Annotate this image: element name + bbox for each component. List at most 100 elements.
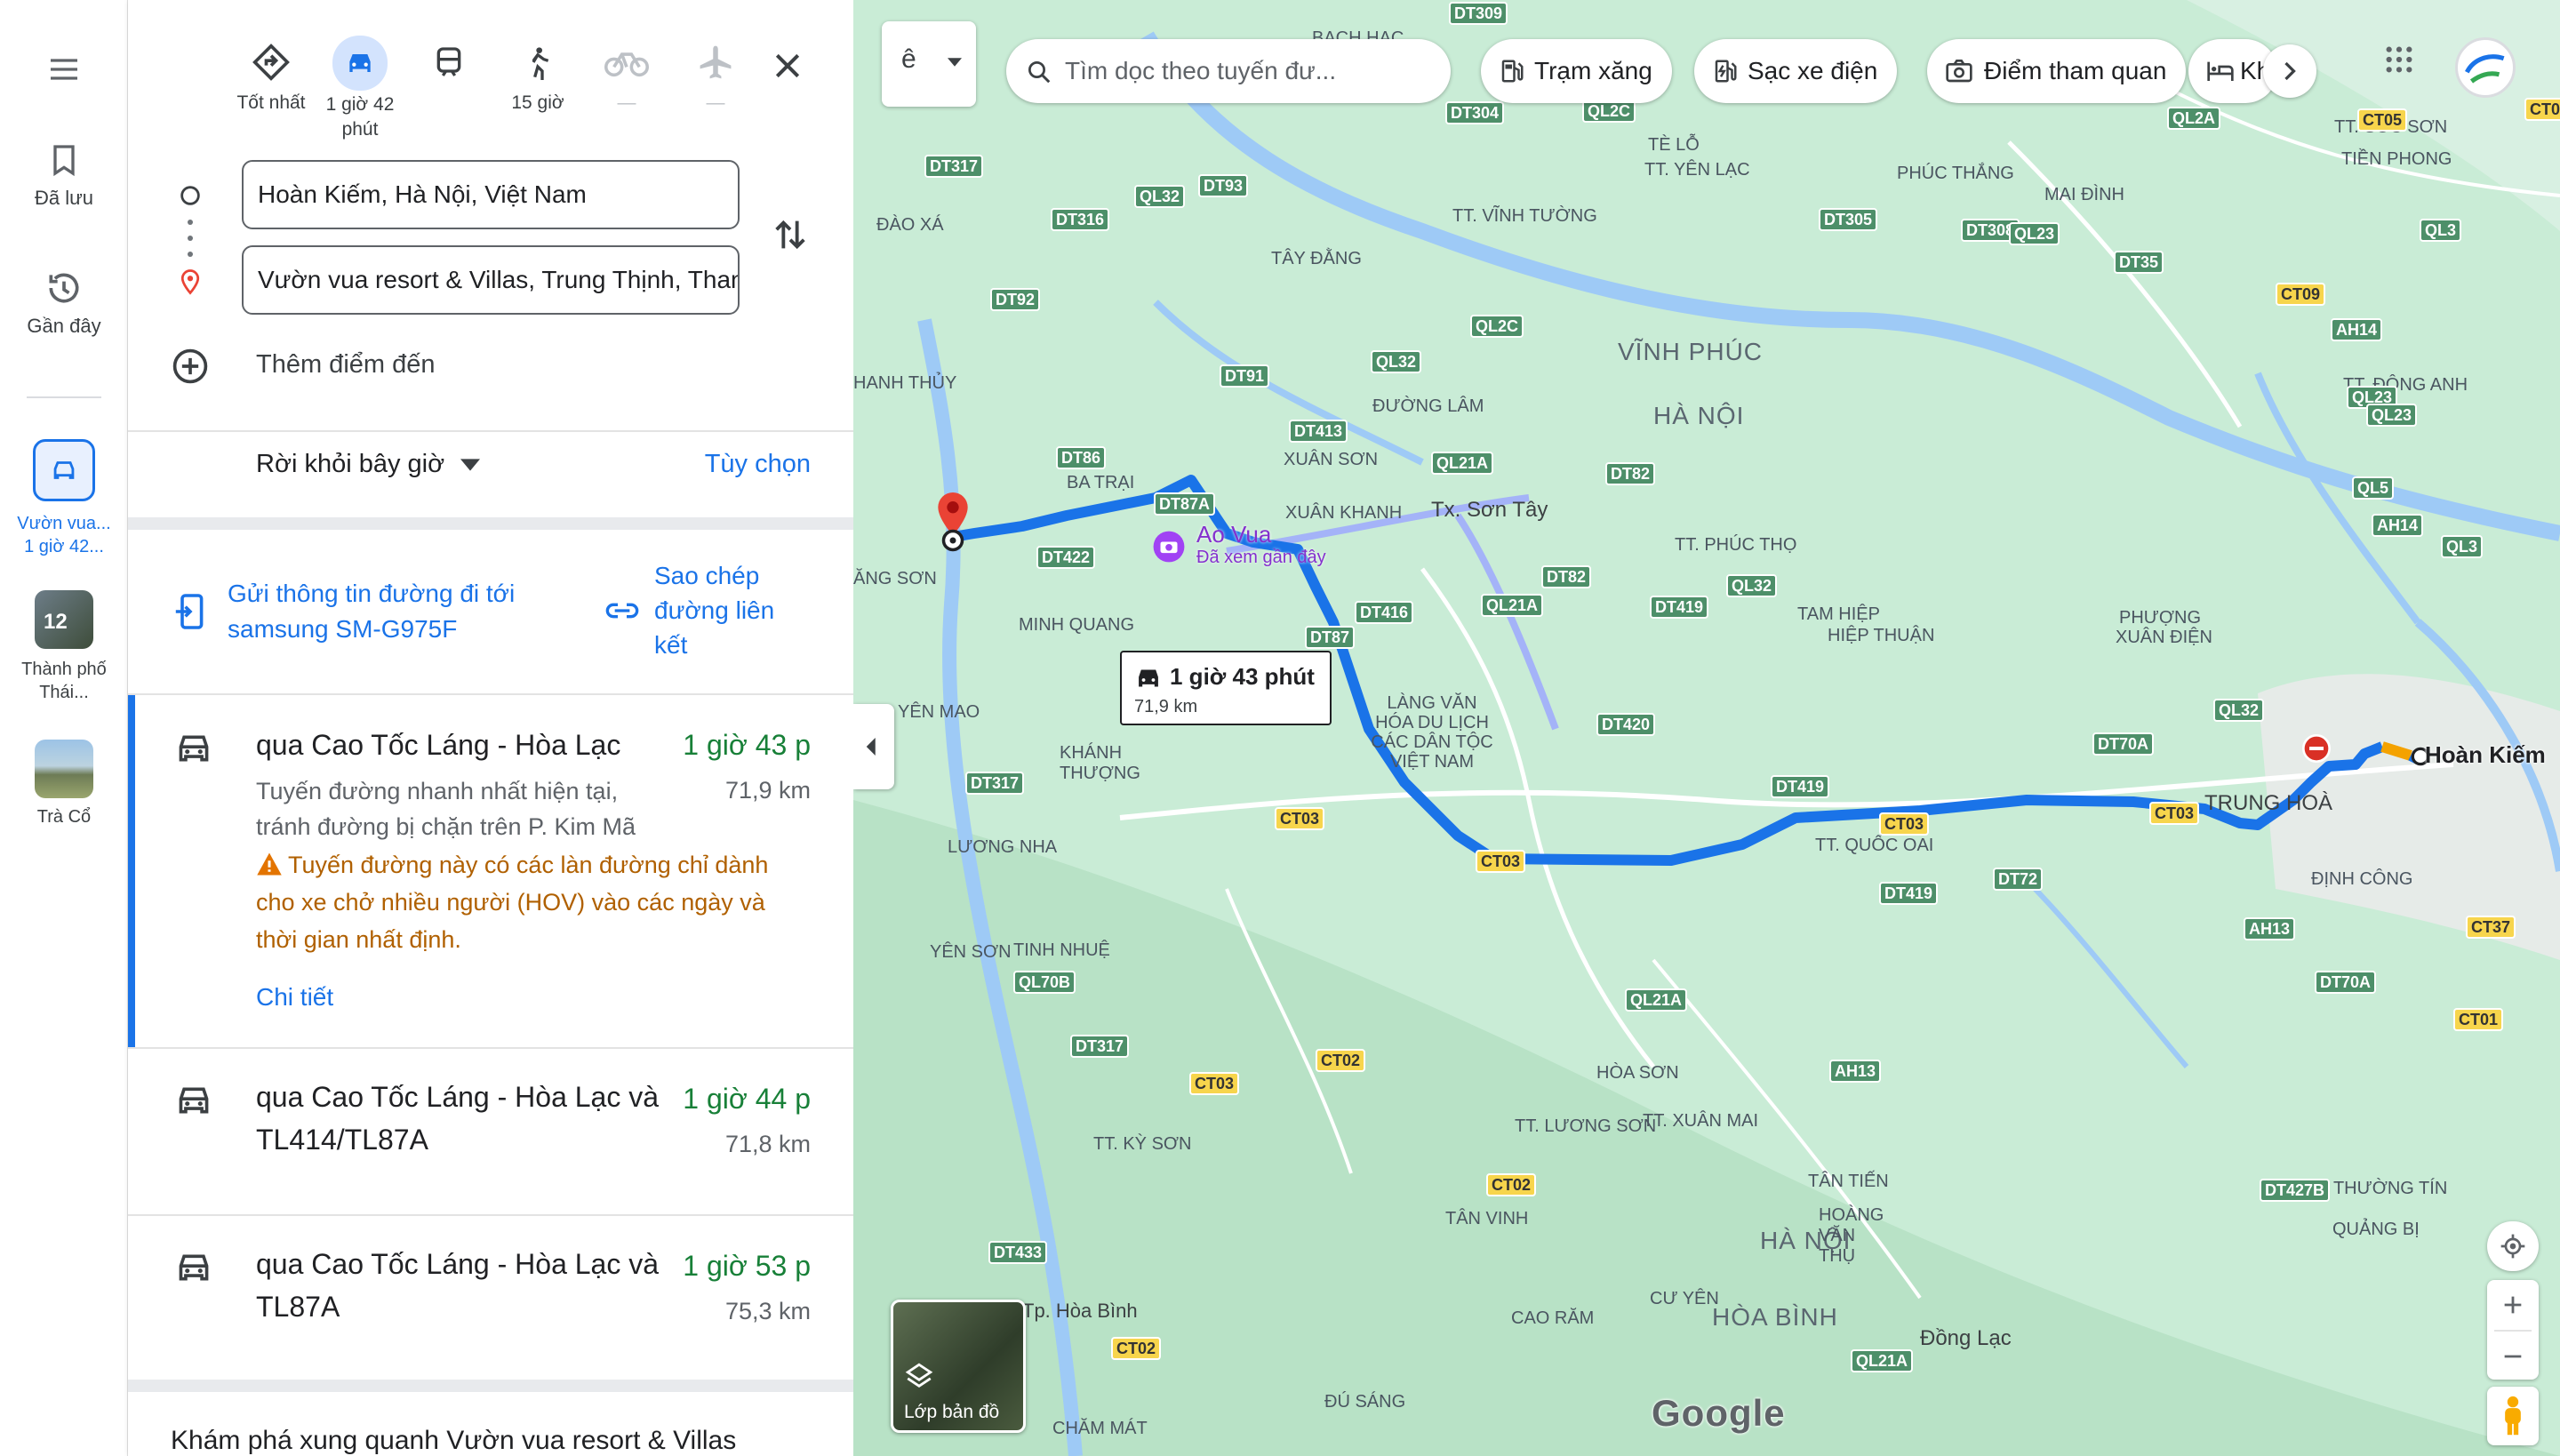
input-tools-button[interactable]: ê (882, 21, 976, 107)
road-shield: DT419 (1650, 596, 1709, 619)
collapse-panel-button[interactable] (853, 704, 894, 789)
mode-transit[interactable] (409, 36, 489, 91)
place-label: YÊN MAO (898, 702, 980, 722)
close-icon[interactable] (770, 48, 805, 84)
mode-label: — (617, 92, 636, 113)
layers-button[interactable]: Lớp bản đồ (891, 1300, 1026, 1433)
search-input[interactable]: Tìm dọc theo tuyến đư... (1065, 57, 1336, 85)
place-label: MAI ĐÌNH (2044, 185, 2124, 204)
place-label: CHĂM MÁT (1052, 1419, 1148, 1438)
route-option-2[interactable]: qua Cao Tốc Láng - Hòa Lạc và TL414/TL87… (128, 1049, 853, 1214)
place-label: HOÀNG VĂN THỤ (1819, 1205, 1884, 1266)
zoom-out-icon[interactable] (2500, 1344, 2525, 1369)
account-avatar[interactable] (2455, 37, 2516, 98)
road-shield: QL32 (1371, 350, 1422, 373)
origin-map-label: Hoàn Kiếm (2425, 741, 2546, 768)
road-shield: QL21A (1431, 452, 1494, 475)
car-icon (179, 1254, 209, 1281)
road-shield: AH14 (2331, 318, 2383, 341)
search-along-route[interactable]: Tìm dọc theo tuyến đư... (1006, 39, 1451, 103)
mode-label: 1 giờ 42 phút (325, 94, 395, 140)
road-shield: DT419 (1771, 775, 1830, 798)
camera-icon (1946, 60, 1972, 83)
route-callout[interactable]: 1 giờ 43 phút 71,9 km (1120, 651, 1332, 725)
rail-item-tra-co[interactable]: Trà Cổ (0, 740, 128, 828)
my-location-button[interactable] (2487, 1221, 2539, 1271)
street-view-pegman[interactable] (2487, 1387, 2539, 1445)
route-distance: 71,8 km (724, 1131, 811, 1157)
chip-ev-charging[interactable]: Sạc xe điện (1694, 39, 1898, 103)
road-shield: QL32 (1134, 185, 1186, 208)
saved-button[interactable]: Đã lưu (0, 140, 128, 210)
menu-button[interactable] (0, 52, 128, 94)
road-shield: AH14 (2372, 514, 2424, 537)
road-shield: DT309 (1449, 2, 1508, 25)
place-label: TINH NHUỆ (1013, 940, 1110, 960)
mode-label: — (706, 92, 725, 113)
chip-attractions[interactable]: Điểm tham quan (1927, 39, 2187, 103)
add-stop-icon[interactable] (171, 347, 210, 386)
chips-next-button[interactable] (2263, 44, 2316, 98)
map-canvas[interactable]: VĨNH PHÚC HÀ NỘI HÀ NỘI HÒA BÌNH Tx. Sơn… (853, 0, 2560, 1456)
road-shield: QL2C (1470, 315, 1524, 338)
car-icon (332, 36, 388, 91)
rail-divider (27, 396, 101, 398)
callout-distance: 71,9 km (1134, 697, 1198, 716)
road-shield: DT72 (1993, 868, 2044, 891)
flight-icon (676, 36, 756, 89)
route-duration: 1 giờ 43 p (683, 729, 811, 761)
apps-grid-icon[interactable] (2384, 44, 2414, 75)
destination-point-icon (941, 529, 964, 552)
road-shield: QL23 (2366, 404, 2418, 427)
road-shield: CT03 (1476, 850, 1526, 873)
send-to-phone-link[interactable]: Gửi thông tin đường đi tới samsung SM-G9… (228, 576, 565, 647)
rail-item-current-trip[interactable]: Vườn vua... 1 giờ 42... (0, 439, 128, 558)
details-link[interactable]: Chi tiết (256, 983, 333, 1012)
road-shield: QL23 (2009, 222, 2060, 245)
zoom-controls (2487, 1280, 2539, 1380)
route-option-3[interactable]: qua Cao Tốc Láng - Hòa Lạc và TL87A 1 gi… (128, 1216, 853, 1380)
add-stop-label[interactable]: Thêm điểm đến (256, 350, 436, 380)
options-link[interactable]: Tùy chọn (705, 450, 811, 479)
layers-icon (905, 1363, 933, 1388)
place-label: TT. XUÂN MAI (1643, 1111, 1759, 1131)
place-label: YÊN SƠN (930, 942, 1012, 962)
mode-cycling[interactable]: — (587, 36, 667, 116)
rail-item-thai-nguyen[interactable]: 12 Thành phố Thái... (0, 590, 128, 704)
copy-link-button[interactable]: Sao chép đường liên kết (654, 558, 805, 662)
my-location-icon (2500, 1234, 2525, 1259)
place-label: TÂN VINH (1445, 1209, 1529, 1228)
car-icon (179, 1087, 209, 1114)
origin-circle-icon (180, 186, 200, 205)
mode-flight[interactable]: — (676, 36, 756, 116)
swap-icon[interactable] (770, 213, 811, 256)
depart-label: Rời khỏi bây giờ (256, 450, 445, 478)
zoom-in-icon[interactable] (2500, 1292, 2525, 1317)
road-shield: CT09 (2276, 283, 2326, 306)
mode-best[interactable]: Tốt nhất (231, 36, 311, 116)
chip-gas-stations[interactable]: Trạm xăng (1481, 39, 1672, 103)
road-shield: QL21A (1625, 988, 1688, 1012)
place-thumbnail: 12 (35, 590, 93, 649)
recent-button[interactable]: Gần đây (0, 268, 128, 338)
place-label: LƯƠNG NHA (948, 837, 1058, 857)
route-dots-icon (188, 220, 193, 257)
poi-label[interactable]: Ao Vua (1196, 521, 1271, 548)
route-option-1[interactable]: qua Cao Tốc Láng - Hòa Lạc 1 giờ 43 p 71… (128, 695, 853, 1047)
road-shield: DT317 (965, 772, 1025, 795)
road-shield: QL70B (1013, 971, 1076, 994)
car-icon (1139, 669, 1158, 687)
route-duration: 1 giờ 44 p (683, 1083, 811, 1115)
place-label: PHÚC THẮNG (1897, 164, 2014, 183)
route-duration: 1 giờ 53 p (683, 1250, 811, 1282)
destination-input[interactable]: Vườn vua resort & Villas, Trung Thịnh, T… (242, 245, 740, 315)
road-shield: CT37 (2466, 916, 2516, 939)
menu-icon (51, 59, 77, 80)
road-shield: DT427B (2260, 1179, 2331, 1202)
mode-driving[interactable]: 1 giờ 42 phút (320, 36, 400, 142)
callout-time: 1 giờ 43 phút (1170, 663, 1315, 690)
depart-selector[interactable]: Rời khỏi bây giờ (256, 450, 481, 479)
place-label: ĐỊNH CÔNG (2311, 869, 2413, 889)
mode-walking[interactable]: 15 giờ (498, 36, 578, 116)
origin-input[interactable]: Hoàn Kiếm, Hà Nội, Việt Nam (242, 160, 740, 229)
